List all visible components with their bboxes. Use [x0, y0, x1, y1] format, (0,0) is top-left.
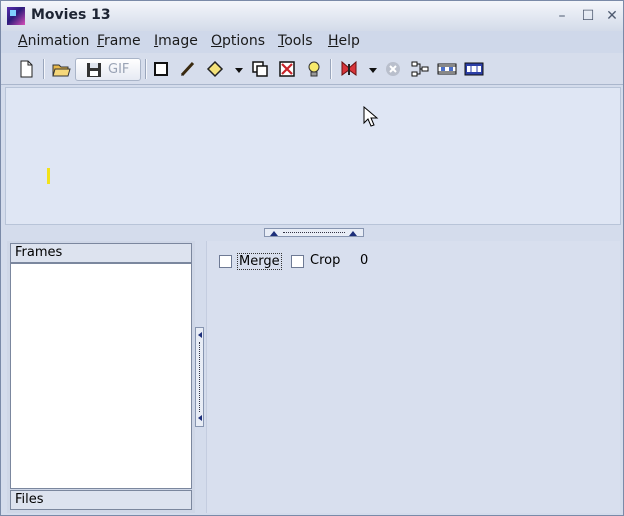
- splitter-grip: [199, 342, 200, 412]
- pencil-icon[interactable]: [178, 59, 198, 79]
- dropdown-arrow-icon[interactable]: [229, 59, 243, 79]
- frames-pane: Frames Files: [7, 241, 195, 513]
- mouse-pointer-icon: [363, 106, 379, 127]
- menu-label: rame: [104, 33, 141, 49]
- toolbar-separator: [145, 59, 147, 79]
- menu-bar: Animation Frame Image Options Tools Help: [1, 31, 623, 53]
- merge-checkbox[interactable]: [219, 255, 232, 268]
- menu-mnemonic: F: [97, 33, 105, 49]
- horizontal-splitter[interactable]: [264, 228, 364, 237]
- lightbulb-icon[interactable]: [304, 59, 324, 79]
- menu-tools[interactable]: Tools: [278, 33, 313, 49]
- save-gif-label: GIF: [108, 62, 130, 77]
- film-strip-blue-icon[interactable]: [464, 59, 484, 79]
- menu-mnemonic: H: [328, 33, 339, 49]
- splitter-up-arrow-icon[interactable]: [269, 229, 279, 237]
- save-disk-icon: [87, 63, 101, 77]
- vertical-splitter[interactable]: [195, 327, 204, 427]
- splitter-down-arrow-icon[interactable]: [348, 229, 358, 237]
- menu-frame[interactable]: Frame: [97, 33, 141, 49]
- rectangle-icon[interactable]: [151, 59, 171, 79]
- open-folder-icon[interactable]: [51, 59, 71, 79]
- film-strip-icon[interactable]: [437, 59, 457, 79]
- frames-header[interactable]: Frames: [10, 243, 192, 263]
- menu-mnemonic: O: [211, 33, 223, 49]
- maximize-button[interactable]: ☐: [579, 7, 597, 25]
- canvas-marker: [47, 168, 50, 184]
- splitter-left-arrow-icon[interactable]: [196, 331, 203, 339]
- app-logo-icon: [7, 7, 25, 25]
- save-gif-button[interactable]: GIF: [75, 58, 141, 81]
- toolbar-separator: [330, 59, 332, 79]
- toolbar: GIF: [1, 53, 623, 85]
- animation-canvas[interactable]: [5, 87, 621, 225]
- stop-disabled-icon[interactable]: [383, 59, 403, 79]
- menu-mnemonic: A: [18, 33, 28, 49]
- merge-label[interactable]: Merge: [237, 253, 282, 270]
- duplicate-frames-icon[interactable]: [250, 59, 270, 79]
- files-header[interactable]: Files: [10, 490, 192, 510]
- title-bar[interactable]: Movies 13 – ☐ ✕: [1, 1, 623, 31]
- app-window: Movies 13 – ☐ ✕ Animation Frame Image Op…: [0, 0, 624, 516]
- crop-label[interactable]: Crop: [310, 253, 340, 268]
- menu-options[interactable]: Options: [211, 33, 265, 49]
- butterfly-icon[interactable]: [339, 59, 359, 79]
- menu-label: nimation: [27, 33, 90, 49]
- new-document-icon[interactable]: [16, 59, 36, 79]
- splitter-left-arrow-icon[interactable]: [196, 414, 203, 422]
- close-button[interactable]: ✕: [603, 7, 621, 25]
- menu-image[interactable]: Image: [154, 33, 198, 49]
- menu-label: ptions: [222, 33, 266, 49]
- menu-help[interactable]: Help: [328, 33, 360, 49]
- window-title: Movies 13: [31, 7, 111, 23]
- diamond-icon[interactable]: [205, 59, 225, 79]
- dropdown-arrow-icon[interactable]: [363, 59, 377, 79]
- frames-list[interactable]: [10, 263, 192, 489]
- frame-counter: 0: [360, 253, 369, 268]
- crop-checkbox[interactable]: [291, 255, 304, 268]
- toolbar-separator: [43, 59, 45, 79]
- menu-label: mage: [158, 33, 198, 49]
- menu-label: ools: [284, 33, 313, 49]
- delete-frame-icon[interactable]: [277, 59, 297, 79]
- tree-icon[interactable]: [410, 59, 430, 79]
- splitter-grip: [283, 232, 345, 233]
- menu-label: elp: [338, 33, 360, 49]
- menu-animation[interactable]: Animation: [18, 33, 89, 49]
- minimize-button[interactable]: –: [553, 7, 571, 25]
- options-pane: Merge Crop 0: [206, 241, 620, 513]
